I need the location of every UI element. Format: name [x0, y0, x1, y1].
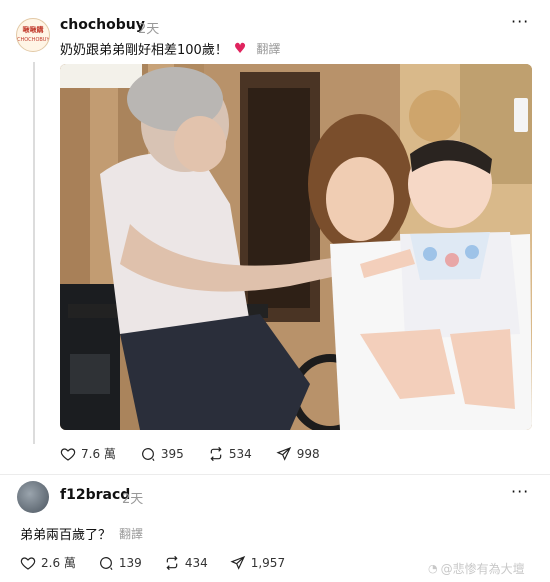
post-actions: 7.6 萬 395 534 998 [60, 445, 320, 462]
divider [0, 474, 550, 475]
heart-emoji-icon: ♥ [233, 40, 247, 57]
thread-line [33, 62, 35, 444]
reply-repost-count: 434 [184, 555, 208, 570]
reply-share-button[interactable]: 1,957 [230, 555, 285, 571]
translate-link[interactable]: 翻譯 [256, 40, 280, 57]
reply-comment-button[interactable]: 139 [98, 555, 142, 571]
heart-icon [60, 447, 76, 461]
post-photo[interactable] [60, 64, 532, 430]
send-icon [276, 446, 291, 461]
reply-comment-count: 139 [118, 555, 142, 570]
like-button[interactable]: 7.6 萬 [60, 445, 116, 462]
post-caption: 奶奶跟弟弟剛好相差100歲！ ♥ 翻譯 [60, 39, 280, 59]
comment-count: 395 [160, 446, 184, 461]
reply-like-count: 2.6 萬 [41, 556, 76, 570]
comment-icon [99, 556, 113, 570]
reply-text: 弟弟兩百歲了？ [20, 528, 112, 543]
comment-button[interactable]: 395 [140, 446, 184, 462]
avatar-logo-text: 啾啾購 [22, 26, 44, 34]
reply-more-options-button[interactable]: ··· [511, 482, 529, 501]
reply-body: 弟弟兩百歲了？ 翻譯 [20, 524, 143, 543]
caption-text: 奶奶跟弟弟剛好相差100歲！ [60, 43, 228, 58]
reply-time: 2天 [122, 492, 144, 507]
share-count: 998 [296, 446, 320, 461]
avatar-logo-subtext: CHOCHOBUY [17, 37, 50, 43]
heart-icon [20, 556, 36, 570]
post-username[interactable]: chochobuy [60, 17, 145, 33]
reply-like-button[interactable]: 2.6 萬 [20, 554, 76, 571]
reply-username[interactable]: f12bracd [60, 487, 130, 503]
reply-actions: 2.6 萬 139 434 1,957 [20, 554, 285, 571]
watermark-text: @悲惨有為大壇 [440, 562, 525, 576]
send-icon [230, 555, 245, 570]
reply-translate-link[interactable]: 翻譯 [119, 525, 143, 542]
repost-icon [166, 555, 178, 570]
reply-avatar[interactable] [17, 481, 49, 513]
weibo-icon: ◔ [428, 562, 438, 575]
like-count: 7.6 萬 [81, 447, 116, 461]
comment-icon [141, 447, 155, 461]
reply-repost-button[interactable]: 434 [164, 555, 208, 571]
repost-count: 534 [228, 446, 252, 461]
reply-share-count: 1,957 [250, 555, 286, 570]
repost-button[interactable]: 534 [208, 446, 252, 462]
more-options-button[interactable]: ··· [511, 12, 529, 31]
repost-icon [210, 446, 222, 461]
post-time: 2天 [138, 22, 160, 37]
share-button[interactable]: 998 [276, 446, 320, 462]
watermark: ◔ @悲惨有為大壇 [428, 560, 525, 577]
avatar[interactable]: 啾啾購 CHOCHOBUY [16, 18, 50, 52]
